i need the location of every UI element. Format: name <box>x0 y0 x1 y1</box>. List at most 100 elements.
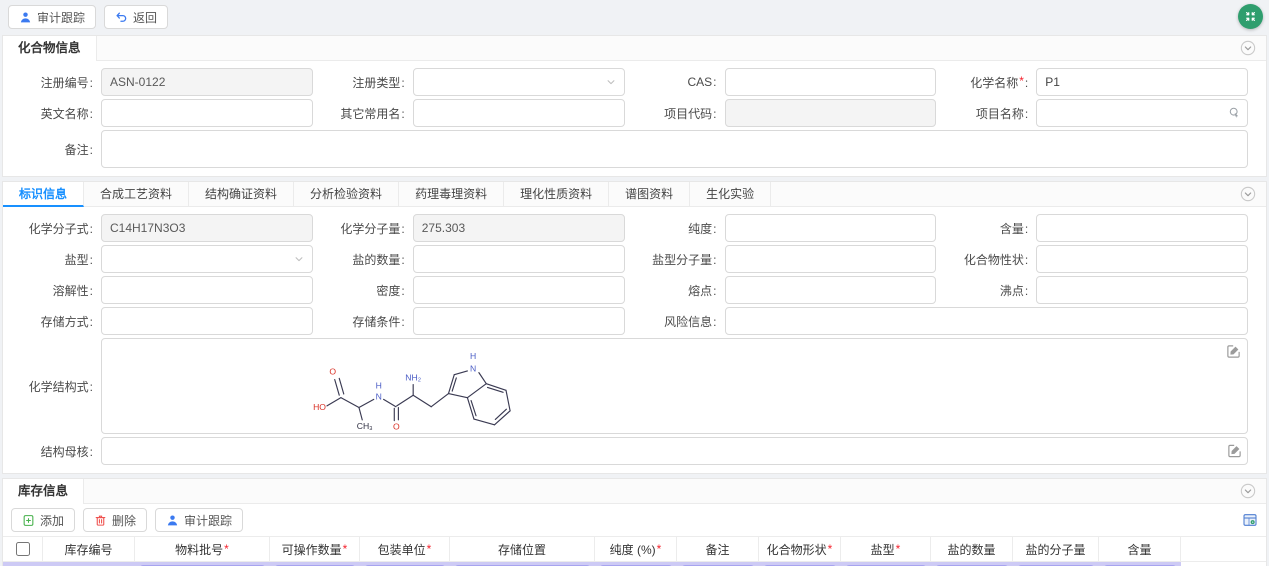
input-field[interactable] <box>413 276 625 304</box>
atom-indole-h: H <box>470 351 476 361</box>
table-col-header: 物料批号* <box>135 536 270 562</box>
field-label-text: 项目名称 <box>976 107 1024 121</box>
field-control <box>101 307 313 335</box>
collapse-section-icon[interactable] <box>1240 186 1256 202</box>
field-label-text: 化学分子式 <box>29 222 89 236</box>
table-cell <box>1099 562 1181 566</box>
table-row: 231000001free base <box>3 562 1266 566</box>
field-label-text: 化合物性状 <box>964 253 1024 267</box>
column-settings-icon[interactable] <box>1242 512 1258 528</box>
field-label: 化合物性状 <box>946 251 1036 268</box>
form-row: 盐型 盐的数量 盐型分子量 化合物性状 <box>11 245 1258 273</box>
table-header-row: 库存编号物料批号*可操作数量*包装单位*存储位置纯度 (%)*备注化合物形状*盐… <box>3 536 1266 562</box>
table-col-header: 包装单位* <box>360 536 450 562</box>
col-header-label: 可操作数量 <box>282 541 342 558</box>
tab-item[interactable]: 生化实验 <box>690 182 771 206</box>
tab-item[interactable]: 理化性质资料 <box>504 182 609 206</box>
form-field: 盐型分子量 <box>635 245 947 273</box>
collapse-all-fab[interactable] <box>1238 4 1263 29</box>
field-control <box>725 99 937 127</box>
back-label: 返回 <box>133 9 157 26</box>
select-all-checkbox[interactable] <box>16 542 30 556</box>
required-mark: * <box>343 542 348 556</box>
field-control <box>725 307 1249 335</box>
textarea-field[interactable] <box>101 130 1248 168</box>
input-field[interactable] <box>413 307 625 335</box>
form-field: 其它常用名 <box>323 99 635 127</box>
input-field[interactable] <box>1036 276 1248 304</box>
input-field[interactable] <box>725 68 937 96</box>
input-field[interactable] <box>725 307 1249 335</box>
field-label-text: CAS <box>687 75 712 89</box>
edit-structure-icon[interactable] <box>1226 344 1241 359</box>
input-field[interactable] <box>101 276 313 304</box>
collapse-section-icon[interactable] <box>1240 483 1256 499</box>
form-field: 化学结构式HOOCH₃HNONH₂HN <box>11 338 1258 434</box>
input-field[interactable] <box>1036 99 1248 127</box>
input-field[interactable] <box>101 307 313 335</box>
inventory-panel-header: 库存信息 <box>3 479 1266 504</box>
field-control <box>1036 68 1248 96</box>
field-label: 项目名称 <box>946 105 1036 122</box>
tab-item[interactable]: 分析检验资料 <box>294 182 399 206</box>
field-control <box>725 276 937 304</box>
field-control <box>1036 276 1248 304</box>
field-label: 化学名称* <box>946 74 1036 91</box>
input-field[interactable] <box>1036 214 1248 242</box>
form-field: 盐型 <box>11 245 323 273</box>
picker-icon[interactable] <box>1228 107 1241 120</box>
tab-item[interactable]: 谱图资料 <box>609 182 690 206</box>
input-field[interactable] <box>1036 245 1248 273</box>
field-control <box>413 276 625 304</box>
table-col-header: 盐的分子量 <box>1013 536 1099 562</box>
select-盐型[interactable] <box>101 245 313 273</box>
input-field[interactable] <box>101 99 313 127</box>
required-mark: * <box>657 542 662 556</box>
table-col-header: 纯度 (%)* <box>595 536 677 562</box>
table-cell <box>135 562 270 566</box>
input-field[interactable] <box>413 245 625 273</box>
edit-core-icon[interactable] <box>1227 444 1242 459</box>
field-label: 注册编号 <box>11 74 101 91</box>
add-row-button[interactable]: 添加 <box>11 508 75 532</box>
form-row: 溶解性密度熔点沸点 <box>11 276 1258 304</box>
inventory-panel-title: 库存信息 <box>3 479 84 504</box>
col-header-label: 存储位置 <box>498 541 546 558</box>
collapse-section-icon[interactable] <box>1240 40 1256 56</box>
form-field: 熔点 <box>635 276 947 304</box>
col-header-label: 盐的分子量 <box>1025 541 1085 558</box>
field-label-text: 备注 <box>65 143 89 157</box>
inventory-audit-button[interactable]: 审计跟踪 <box>155 508 243 532</box>
field-control <box>101 130 1248 168</box>
audit-trail-button[interactable]: 审计跟踪 <box>8 5 96 29</box>
tab-active[interactable]: 标识信息 <box>3 182 84 207</box>
field-label-text: 盐的数量 <box>352 253 400 267</box>
back-button[interactable]: 返回 <box>104 5 168 29</box>
tab-item[interactable]: 合成工艺资料 <box>84 182 189 206</box>
input-field[interactable] <box>725 214 937 242</box>
core-row: 结构母核 <box>11 437 1258 465</box>
field-control <box>101 68 313 96</box>
form-field: CAS <box>635 68 947 96</box>
field-label-text: 项目代码 <box>664 107 712 121</box>
form-field: 项目代码 <box>635 99 947 127</box>
tab-item[interactable]: 结构确证资料 <box>189 182 294 206</box>
field-label: 存储方式 <box>11 313 101 330</box>
input-field[interactable] <box>413 99 625 127</box>
input-field[interactable] <box>725 245 937 273</box>
input-field[interactable] <box>725 276 937 304</box>
row-checkbox-cell <box>3 562 43 566</box>
chemical-structure-canvas[interactable]: HOOCH₃HNONH₂HN <box>101 338 1248 434</box>
input-field[interactable] <box>1036 68 1248 96</box>
field-control <box>101 276 313 304</box>
chemical-structure-drawing: HOOCH₃HNONH₂HN <box>302 341 526 436</box>
table-cell <box>360 562 450 566</box>
select-注册类型[interactable] <box>413 68 625 96</box>
delete-row-button[interactable]: 删除 <box>83 508 147 532</box>
core-input[interactable] <box>101 437 1248 465</box>
col-header-label: 含量 <box>1127 541 1151 558</box>
tab-item[interactable]: 药理毒理资料 <box>399 182 504 206</box>
trash-icon <box>94 514 107 527</box>
field-label: 熔点 <box>635 282 725 299</box>
col-header-label: 纯度 (%) <box>610 541 656 558</box>
